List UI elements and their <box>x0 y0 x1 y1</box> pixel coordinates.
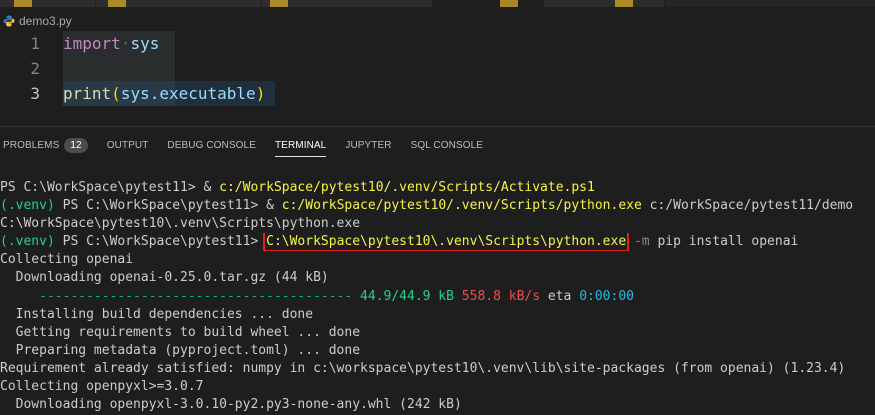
tab-jupyter[interactable]: JUPYTER <box>345 140 391 151</box>
highlighted-python-path: C:\WorkSpace\pytest10\.venv\Scripts\pyth… <box>263 233 630 252</box>
keyword-import: import <box>63 34 121 53</box>
tab-terminal[interactable]: TERMINAL <box>274 140 327 157</box>
tab-sql-console[interactable]: SQL CONSOLE <box>411 140 483 151</box>
python-file-icon <box>500 0 518 7</box>
terminal-line: Requirement already satisfied: numpy in … <box>0 360 846 376</box>
tab-output[interactable]: OUTPUT <box>107 140 149 151</box>
python-file-icon <box>615 0 633 7</box>
terminal-line: C:\WorkSpace\pytest10\.venv\Scripts\pyth… <box>0 216 361 232</box>
panel-tabs: PROBLEMS 12 OUTPUT DEBUG CONSOLE TERMINAL… <box>0 135 502 157</box>
progress-bar: ---------------------------------------- <box>39 288 353 304</box>
problems-count-badge: 12 <box>64 137 88 153</box>
terminal-line: Preparing metadata (pyproject.toml) ... … <box>0 342 361 358</box>
editor-tab-active[interactable] <box>433 0 544 7</box>
line-number: 1 <box>30 34 40 53</box>
terminal-line: Collecting openpyxl>=3.0.7 <box>0 379 204 395</box>
line-number: 3 <box>30 84 40 103</box>
breadcrumb[interactable]: demo3.py <box>0 11 72 31</box>
object-name: sys <box>120 84 150 103</box>
code-line-3[interactable]: 3 print(sys.executable) <box>0 81 875 106</box>
code-editor[interactable]: 1 import·sys 2 3 print(sys.executable) <box>0 31 875 113</box>
tab-problems[interactable]: PROBLEMS 12 <box>3 137 88 153</box>
terminal-line: Installing build dependencies ... done <box>0 306 314 322</box>
bottom-panel: PROBLEMS 12 OUTPUT DEBUG CONSOLE TERMINAL… <box>0 126 875 415</box>
code-line-1[interactable]: 1 import·sys <box>0 31 875 56</box>
terminal-output[interactable]: PS C:\WorkSpace\pytest11> & c:/WorkSpace… <box>0 179 875 414</box>
terminal-line: Downloading openpyxl-3.0.10-py2.py3-none… <box>0 397 462 413</box>
code-line-2[interactable]: 2 <box>0 56 875 81</box>
terminal-line: Collecting openai <box>0 252 134 268</box>
editor-tab[interactable] <box>544 0 665 7</box>
attribute-name: executable <box>159 84 256 103</box>
editor-tab-strip <box>0 0 875 7</box>
vscode-window: demo3.py 1 import·sys 2 3 print(sys.exec… <box>0 0 875 415</box>
breadcrumb-filename[interactable]: demo3.py <box>19 14 72 28</box>
terminal-line: (.venv) PS C:\WorkSpace\pytest11> C:\Wor… <box>0 233 799 252</box>
terminal-line: PS C:\WorkSpace\pytest11> & c:/WorkSpace… <box>0 180 595 195</box>
line-number: 2 <box>30 59 40 78</box>
module-name: sys <box>130 34 160 53</box>
terminal-line: Getting requirements to build wheel ... … <box>0 324 361 340</box>
terminal-progress-line: ----------------------------------------… <box>39 288 634 304</box>
tab-debug-console[interactable]: DEBUG CONSOLE <box>167 140 256 151</box>
python-file-icon <box>14 0 32 7</box>
python-file-icon <box>3 15 15 27</box>
function-name: print <box>63 84 112 103</box>
terminal-line: Downloading openai-0.25.0.tar.gz (44 kB) <box>0 270 329 286</box>
python-file-icon <box>270 0 288 7</box>
python-file-icon <box>108 0 126 7</box>
terminal-line: (.venv) PS C:\WorkSpace\pytest11> & c:/W… <box>0 198 854 214</box>
